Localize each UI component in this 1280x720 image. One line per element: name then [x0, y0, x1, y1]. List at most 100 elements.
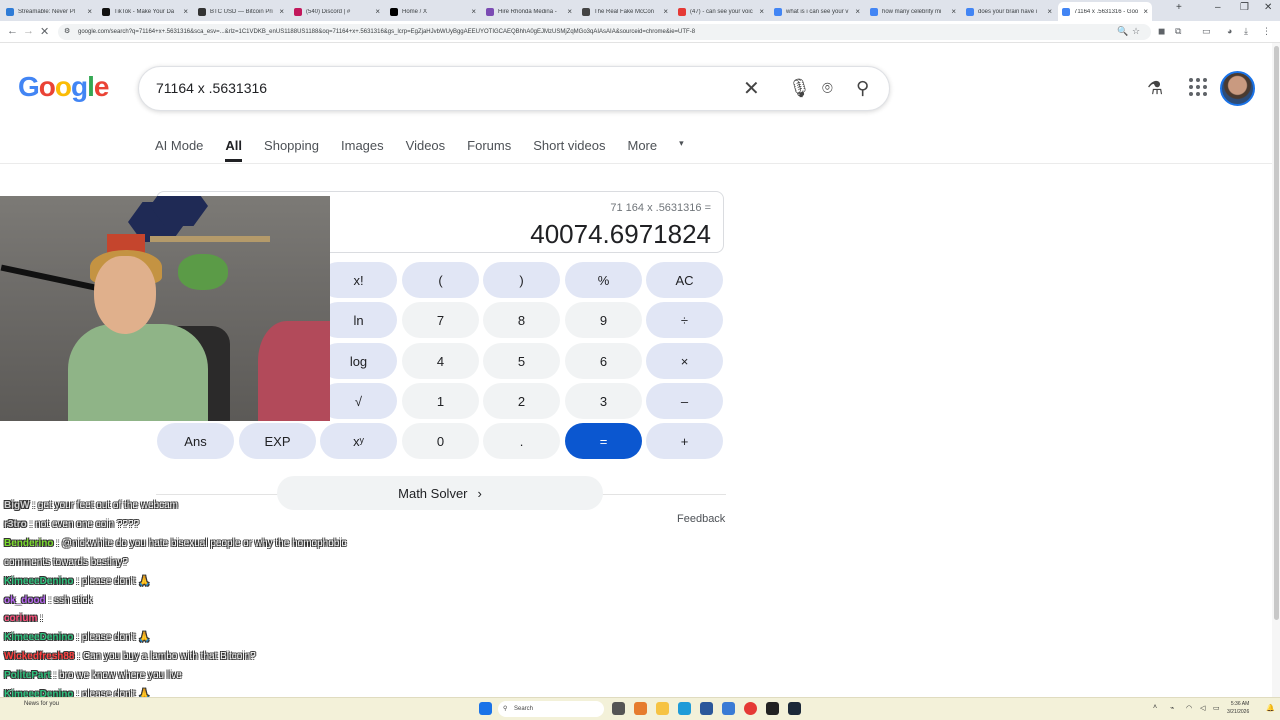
tab-close-icon[interactable]: × [1143, 7, 1148, 16]
system-clock[interactable]: 5:36 AM 3/21/2026 [1227, 700, 1249, 716]
browser-tab[interactable]: The Real Fake McCon × [578, 2, 672, 21]
calc-key[interactable]: 5 [483, 343, 560, 379]
calc-key[interactable]: 3 [565, 383, 642, 419]
reload-icon[interactable]: ✕ [40, 25, 49, 38]
labs-flask-icon[interactable]: ⚗ [1147, 78, 1163, 99]
task-view-icon[interactable] [612, 702, 625, 715]
apps-grid-icon[interactable] [1189, 78, 1207, 96]
calc-key[interactable]: 0 [402, 423, 479, 459]
browser-tab[interactable]: Streamable: Never Pl × [2, 2, 96, 21]
browser-tab[interactable]: BTC USD — Bitcoin Pri × [194, 2, 288, 21]
browser-tab[interactable]: TikTok - Make Your Da × [98, 2, 192, 21]
tab-more[interactable]: More [627, 138, 657, 164]
tab-short-videos[interactable]: Short videos [533, 138, 605, 164]
browser-tab[interactable]: (47) - can see your voic × [674, 2, 768, 21]
battery-icon[interactable]: ▭ [1213, 704, 1220, 712]
browser-tab[interactable]: Home / X × [386, 2, 480, 21]
app-icon[interactable] [722, 702, 735, 715]
calc-key[interactable]: 9 [565, 302, 642, 338]
forward-icon[interactable]: → [23, 25, 34, 37]
tray-chevron-icon[interactable]: ˄ [1153, 704, 1157, 711]
tab-close-icon[interactable]: × [279, 7, 284, 16]
calc-key[interactable]: 1 [402, 383, 479, 419]
calc-key[interactable]: ÷ [646, 302, 723, 338]
calc-key[interactable]: x! [320, 262, 397, 298]
calc-key[interactable]: ) [483, 262, 560, 298]
tab-close-icon[interactable]: × [759, 7, 764, 16]
site-info-icon[interactable]: ⚙ [64, 24, 70, 40]
browser-tab[interactable]: what is i can see your v × [770, 2, 864, 21]
tab-videos[interactable]: Videos [406, 138, 446, 164]
tab-shopping[interactable]: Shopping [264, 138, 319, 164]
address-bar[interactable]: ⚙ google.com/search?q=71164+x+.5631316&s… [58, 24, 1151, 40]
camera-lens-icon[interactable]: ⌾ [822, 78, 833, 99]
sidebar-icon[interactable]: ▭ [1202, 26, 1211, 37]
extension-icon[interactable]: ◼ [1158, 26, 1165, 37]
steam-icon[interactable] [788, 702, 801, 715]
news-widget[interactable]: News for you [24, 701, 59, 707]
network-icon[interactable]: ⌁ [1170, 704, 1174, 712]
tab-all[interactable]: All [225, 138, 242, 164]
search-icon[interactable]: ⚲ [856, 78, 869, 99]
calc-key[interactable]: 8 [483, 302, 560, 338]
tab-close-icon[interactable]: × [1047, 7, 1052, 16]
minimize-icon[interactable]: – [1215, 2, 1221, 13]
tab-close-icon[interactable]: × [951, 7, 956, 16]
search-input[interactable]: 71164 x .5631316 [156, 80, 267, 96]
browser-tab[interactable]: how many celebrity mi × [866, 2, 960, 21]
search-box[interactable]: 71164 x .5631316 ✕ 🎙 ⌾ ⚲ [138, 66, 890, 111]
calc-key[interactable]: + [646, 423, 723, 459]
clear-icon[interactable]: ✕ [743, 76, 760, 101]
start-icon[interactable] [479, 702, 492, 715]
tab-close-icon[interactable]: × [87, 7, 92, 16]
calc-key[interactable]: 2 [483, 383, 560, 419]
avatar[interactable] [1220, 71, 1255, 106]
calc-key[interactable]: log [320, 343, 397, 379]
tab-images[interactable]: Images [341, 138, 384, 164]
scrollbar-thumb[interactable] [1274, 46, 1279, 620]
wifi-icon[interactable]: ◠ [1186, 704, 1192, 712]
calc-key[interactable]: . [483, 423, 560, 459]
edge-icon[interactable] [678, 702, 691, 715]
feedback-link[interactable]: Feedback [677, 513, 725, 525]
store-icon[interactable] [700, 702, 713, 715]
zoom-icon[interactable]: 🔍 [1117, 26, 1128, 37]
calc-key[interactable]: × [646, 343, 723, 379]
calc-key[interactable]: % [565, 262, 642, 298]
calc-key[interactable]: EXP [239, 423, 316, 459]
puzzle-icon[interactable]: ⧉ [1175, 26, 1181, 37]
tab-forums[interactable]: Forums [467, 138, 511, 164]
browser-tab[interactable]: 71164 x .5631316 - Goo × [1058, 2, 1152, 21]
bookmark-star-icon[interactable]: ☆ [1132, 26, 1140, 37]
calc-key[interactable]: ( [402, 262, 479, 298]
browser-tab[interactable]: does your brain have i × [962, 2, 1056, 21]
chrome-icon[interactable] [744, 702, 757, 715]
math-solver-button[interactable]: Math Solver › [277, 476, 603, 510]
notification-bell-icon[interactable]: 🔔 [1266, 704, 1275, 712]
calc-key[interactable]: ln [320, 302, 397, 338]
calc-key[interactable]: Ans [157, 423, 234, 459]
microphone-icon[interactable]: 🎙 [788, 78, 811, 99]
profile-icon[interactable]: ◕ [1227, 26, 1232, 36]
new-tab-button[interactable]: + [1176, 2, 1182, 13]
calc-key[interactable]: = [565, 423, 642, 459]
file-explorer-icon[interactable] [656, 702, 669, 715]
maximize-icon[interactable]: ❐ [1240, 2, 1249, 13]
tab-ai-mode[interactable]: AI Mode [155, 138, 203, 164]
tab-close-icon[interactable]: × [471, 7, 476, 16]
tab-close-icon[interactable]: × [567, 7, 572, 16]
menu-icon[interactable]: ⋮ [1262, 26, 1271, 37]
calc-key[interactable]: 6 [565, 343, 642, 379]
calc-key[interactable]: 4 [402, 343, 479, 379]
tab-close-icon[interactable]: × [855, 7, 860, 16]
browser-tab[interactable]: (540) Discord | # × [290, 2, 384, 21]
calc-key[interactable]: √ [320, 383, 397, 419]
close-window-icon[interactable]: ✕ [1264, 2, 1272, 13]
back-icon[interactable]: ← [7, 25, 18, 37]
calc-key[interactable]: 7 [402, 302, 479, 338]
taskbar-search[interactable]: ⚲ Search [498, 701, 604, 717]
calc-key[interactable]: AC [646, 262, 723, 298]
browser-tab[interactable]: Hire Rhonda Medina - × [482, 2, 576, 21]
copilot-icon[interactable] [634, 702, 647, 715]
obs-icon[interactable] [766, 702, 779, 715]
